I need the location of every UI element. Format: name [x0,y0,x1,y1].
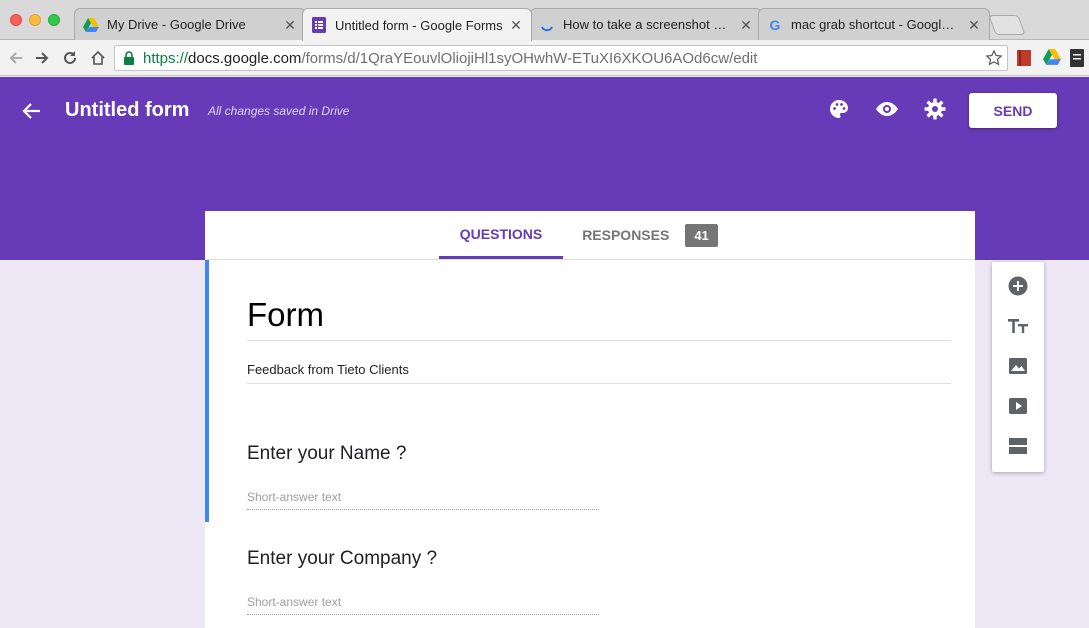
browser-tab-screenshot-howto[interactable]: How to take a screenshot on M ✕ [530,8,762,40]
tab-title: My Drive - Google Drive [107,17,246,32]
send-button[interactable]: SEND [969,93,1057,128]
browser-tab-my-drive[interactable]: My Drive - Google Drive ✕ [74,8,306,40]
tab-responses-label: RESPONSES [582,227,670,243]
bookmark-extension-icon[interactable] [1016,49,1034,67]
home-icon[interactable] [88,48,108,68]
address-bar[interactable]: https://docs.google.com/forms/d/1QraYEou… [114,45,1008,71]
short-answer-field: Short-answer text [247,490,599,510]
question-title[interactable]: Enter your Name ? [247,443,406,465]
browser-tab-strip: My Drive - Google Drive ✕ Untitled form … [0,0,1089,41]
window-close-button[interactable] [10,14,22,26]
new-tab-button[interactable] [988,15,1026,35]
google-drive-extension-icon[interactable] [1043,49,1061,67]
question-title[interactable]: Enter your Company ? [247,548,437,570]
tab-close-icon[interactable]: ✕ [967,18,981,32]
short-answer-field: Short-answer text [247,595,599,615]
add-video-icon[interactable] [1006,394,1030,418]
back-icon[interactable] [6,48,26,68]
selected-section-indicator [205,260,209,522]
loading-spinner-icon [539,17,555,33]
tab-responses[interactable]: RESPONSES 41 [577,211,723,259]
url-protocol: https:// [143,49,189,67]
form-tabs: QUESTIONS RESPONSES 41 [205,211,975,260]
url-host: docs.google.com [188,49,302,67]
reload-icon[interactable] [60,48,80,68]
browser-tab-google-forms[interactable]: Untitled form - Google Forms ✕ [302,8,532,41]
back-arrow-icon[interactable] [20,99,44,123]
form-title-field[interactable]: Form [247,296,951,341]
side-toolbar [992,262,1044,472]
docs-extension-icon[interactable] [1070,49,1088,67]
browser-toolbar: https://docs.google.com/forms/d/1QraYEou… [0,40,1089,76]
palette-icon[interactable] [827,97,851,121]
form-name[interactable]: Untitled form [65,99,189,122]
responses-count-badge: 41 [685,223,718,247]
tab-title: How to take a screenshot on M [563,17,733,32]
add-title-icon[interactable] [1006,314,1030,338]
tab-title: mac grab shortcut - Google Se [791,17,961,32]
google-g-icon: G [769,16,781,33]
google-forms-icon [311,17,327,33]
tab-title: Untitled form - Google Forms [335,17,503,33]
save-status: All changes saved in Drive [208,104,350,118]
tab-close-icon[interactable]: ✕ [509,18,523,32]
tab-close-icon[interactable]: ✕ [739,18,753,32]
google-drive-icon [83,17,99,33]
tab-questions[interactable]: QUESTIONS [439,211,563,259]
add-image-icon[interactable] [1006,354,1030,378]
tab-questions-label: QUESTIONS [459,225,543,242]
add-question-icon[interactable] [1006,274,1030,298]
url-path: /forms/d/1QraYEouvlOliojiHl1syOHwhW-ETuX… [301,49,758,67]
browser-tab-google-search[interactable]: G mac grab shortcut - Google Se ✕ [758,8,990,40]
add-section-icon[interactable] [1006,434,1030,458]
lock-icon [123,51,135,65]
tab-close-icon[interactable]: ✕ [283,18,297,32]
window-zoom-button[interactable] [48,14,60,26]
bookmark-star-icon[interactable] [985,49,1003,71]
form-description-field[interactable]: Feedback from Tieto Clients [247,362,951,384]
settings-gear-icon[interactable] [923,97,947,121]
forward-icon[interactable] [32,48,52,68]
window-minimize-button[interactable] [29,14,41,26]
form-editor-card: Form Feedback from Tieto Clients Enter y… [205,260,975,628]
preview-eye-icon[interactable] [875,97,899,121]
